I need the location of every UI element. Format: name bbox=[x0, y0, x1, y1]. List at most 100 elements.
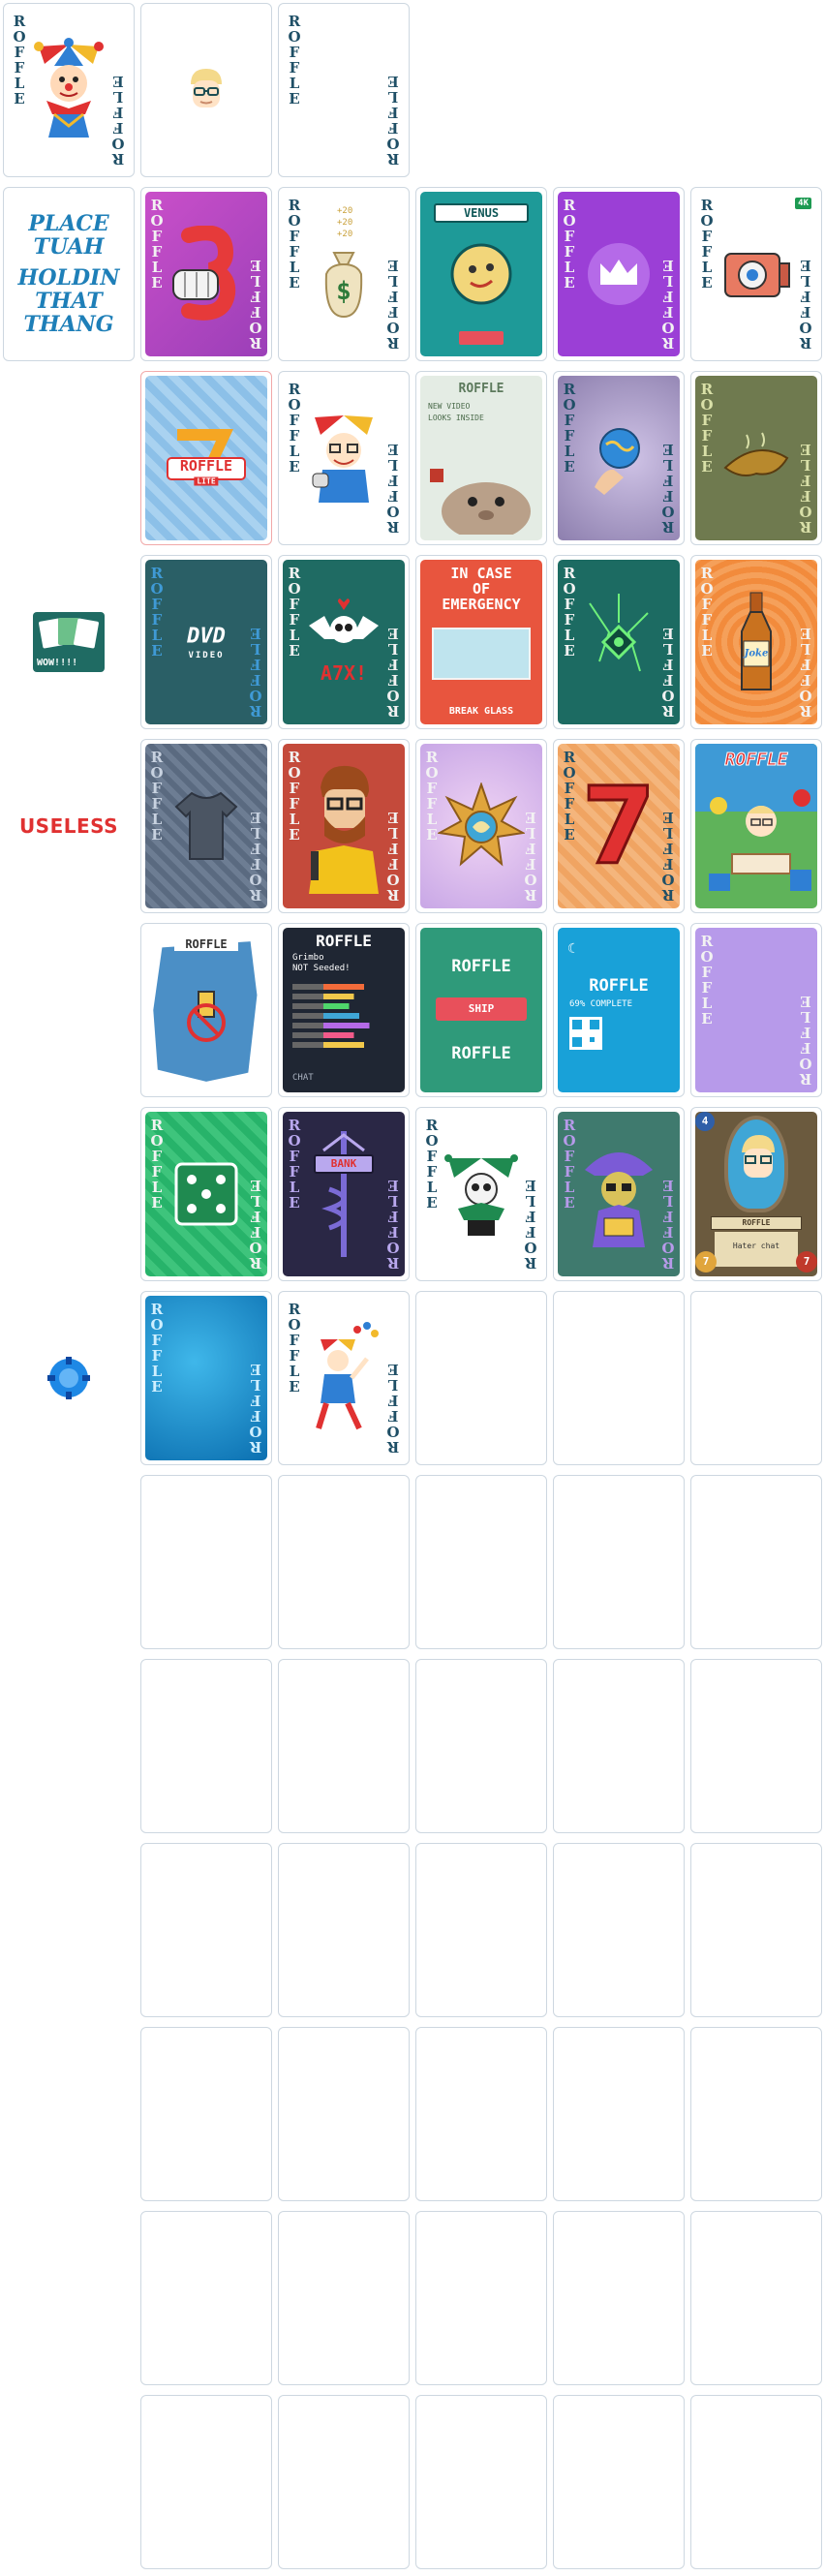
rotten-banana-icon bbox=[723, 432, 789, 476]
blue-chip-token[interactable] bbox=[3, 1291, 135, 1465]
roffle-corner-bottom: R O F F L E bbox=[799, 625, 812, 720]
card-face: R O F F L E R O F F L E bbox=[145, 744, 267, 908]
roffle-corner-top: R O F F L E bbox=[150, 749, 164, 843]
card-green-crack[interactable]: R O F F L E R O F F L E bbox=[553, 555, 685, 729]
row-3: ROFFLE LITE R O F F L E R O F F L E ROFF… bbox=[0, 368, 825, 548]
empty-slot[interactable] bbox=[140, 1659, 272, 1833]
plus-label: +20 bbox=[337, 218, 353, 228]
empty-slot[interactable] bbox=[278, 1475, 410, 1649]
empty-slot[interactable] bbox=[553, 2027, 685, 2201]
place-tuah-card[interactable]: PLACE TUAH HOLDIN THAT THANG bbox=[3, 187, 135, 361]
roffle-lite-title: ROFFLE bbox=[179, 457, 233, 475]
card-face: R O F F L E DVD VIDEO R O F F L E bbox=[145, 560, 267, 724]
empty-slot[interactable] bbox=[140, 2395, 272, 2569]
card-emergency[interactable]: IN CASE OF EMERGENCY BREAK GLASS bbox=[415, 555, 547, 729]
card-orange-sun[interactable]: R O F F L E R O F F L E bbox=[415, 739, 547, 913]
empty-slot[interactable] bbox=[415, 1475, 547, 1649]
avatar-head[interactable] bbox=[140, 3, 272, 177]
empty-slot[interactable] bbox=[415, 2027, 547, 2201]
empty-slot[interactable] bbox=[690, 2211, 822, 2385]
card-mage[interactable]: R O F F L E R O F F L E bbox=[553, 1107, 685, 1281]
card-roffle-lite[interactable]: ROFFLE LITE bbox=[140, 371, 272, 545]
card-chat-list[interactable]: ROFFLE Grimbo NOT Seeded! CHAT bbox=[278, 923, 410, 1097]
empty-slot[interactable] bbox=[690, 1475, 822, 1649]
plus-label: +20 bbox=[337, 230, 353, 239]
card-green-jester[interactable]: R O F F L E R O F F L E bbox=[415, 1107, 547, 1281]
card-bearded-man[interactable]: R O F F L E R O F F L E bbox=[278, 739, 410, 913]
empty-slot[interactable] bbox=[553, 1659, 685, 1833]
card-globe-swirl[interactable]: R O F F L E R O F F L E bbox=[553, 371, 685, 545]
card-fist-three[interactable]: R O F F L E R O F F L E bbox=[140, 187, 272, 361]
card-juggler-jester[interactable]: R O F F L E R O F F L E bbox=[278, 1291, 410, 1465]
card-face: R O F F L E R O F F L E bbox=[558, 1112, 680, 1276]
empty-slot[interactable] bbox=[690, 2395, 822, 2569]
card-4k-camera[interactable]: R O F F L E 4K R O F F L E bbox=[690, 187, 822, 361]
empty-slot[interactable] bbox=[415, 1843, 547, 2017]
card-seven[interactable]: R O F F L E 7 R O F F L E bbox=[553, 739, 685, 913]
empty-row bbox=[0, 2392, 825, 2572]
party-scene-icon bbox=[709, 789, 811, 891]
mage-icon bbox=[585, 1152, 653, 1247]
juggling-jester-icon bbox=[316, 1322, 379, 1430]
empty-slot[interactable] bbox=[690, 1843, 822, 2017]
empty-slot[interactable] bbox=[553, 2211, 685, 2385]
card-dvd[interactable]: R O F F L E DVD VIDEO R O F F L E bbox=[140, 555, 272, 729]
card-dice[interactable]: R O F F L E R O F F L E bbox=[140, 1107, 272, 1281]
card-torn-roffle[interactable]: ROFFLE bbox=[140, 923, 272, 1097]
jester-card[interactable]: R O F F L E R O F F L E bbox=[3, 3, 135, 177]
empty-slot[interactable] bbox=[278, 2395, 410, 2569]
hand-line: HOLDIN bbox=[17, 265, 120, 291]
card-face: R O F F L E R O F F L E bbox=[558, 192, 680, 356]
roffle-corner-top: R O F F L E bbox=[563, 197, 576, 291]
card-money-bag[interactable]: R O F F L E +20 +20 +20 $ R O F F L E bbox=[278, 187, 410, 361]
empty-slot[interactable] bbox=[278, 1843, 410, 2017]
empty-slot[interactable] bbox=[278, 2211, 410, 2385]
card-jester-face[interactable]: R O F F L E R O F F L E bbox=[278, 371, 410, 545]
hand-line: TUAH bbox=[33, 234, 105, 260]
card-skull-a7x[interactable]: R O F F L E A7X! R O F F L E bbox=[278, 555, 410, 729]
card-bank-sign[interactable]: R O F F L E BANK R O F F L E bbox=[278, 1107, 410, 1281]
card-purple-plain[interactable]: R O F F L E R O F F L E bbox=[690, 923, 822, 1097]
roffle-corner-bottom: R O F F L E bbox=[386, 441, 400, 536]
wow-thumbnail[interactable]: WOW!!!! bbox=[3, 555, 135, 729]
empty-slot[interactable] bbox=[140, 2027, 272, 2201]
card-new-video[interactable]: ROFFLE NEW VIDEO LOOKS INSIDE bbox=[415, 371, 547, 545]
roffle-corner-bottom: R O F F L E bbox=[386, 257, 400, 352]
empty-slot[interactable] bbox=[140, 1843, 272, 2017]
card-joke-bottle[interactable]: R O F F L E Joke R O F F L E bbox=[690, 555, 822, 729]
card-ship[interactable]: ROFFLE SHIP ROFFLE bbox=[415, 923, 547, 1097]
row-2: PLACE TUAH HOLDIN THAT THANG R O F F L E… bbox=[0, 184, 825, 364]
empty-slot[interactable] bbox=[415, 1291, 547, 1465]
empty-slot[interactable] bbox=[690, 2027, 822, 2201]
empty-slot[interactable] bbox=[553, 2395, 685, 2569]
empty-slot[interactable] bbox=[415, 1659, 547, 1833]
roffle-corner-top: R O F F L E bbox=[563, 749, 576, 843]
empty-slot[interactable] bbox=[553, 1475, 685, 1649]
card-shirt[interactable]: R O F F L E R O F F L E bbox=[140, 739, 272, 913]
card-face: R O F F L E R O F F L E bbox=[558, 376, 680, 540]
empty-slot[interactable] bbox=[690, 1291, 822, 1465]
card-blue-ocean[interactable]: R O F F L E R O F F L E bbox=[140, 1291, 272, 1465]
card-face: ROFFLE SHIP ROFFLE bbox=[420, 928, 542, 1092]
card-party[interactable]: ROFFLE bbox=[690, 739, 822, 913]
card-hater-chat[interactable]: ROFFLE Hater chat 4 7 7 bbox=[690, 1107, 822, 1281]
card-crown[interactable]: R O F F L E R O F F L E bbox=[553, 187, 685, 361]
empty-slot[interactable] bbox=[140, 2211, 272, 2385]
card-banana[interactable]: R O F F L E R O F F L E bbox=[690, 371, 822, 545]
card-venus[interactable]: VENUS bbox=[415, 187, 547, 361]
roffle-corner-bottom: R O F F L E bbox=[249, 625, 262, 720]
empty-slot[interactable] bbox=[415, 2211, 547, 2385]
empty-slot[interactable] bbox=[415, 2395, 547, 2569]
fist-three-icon bbox=[172, 226, 236, 321]
empty-slot[interactable] bbox=[140, 1475, 272, 1649]
empty-slot[interactable] bbox=[690, 1659, 822, 1833]
attack-gem: 7 bbox=[695, 1251, 717, 1273]
jester-icon bbox=[34, 38, 104, 138]
card-face: R O F F L E R O F F L E bbox=[145, 192, 267, 356]
empty-slot[interactable] bbox=[278, 2027, 410, 2201]
blank-roffle-card[interactable]: R O F F L E R O F F L E bbox=[278, 3, 410, 177]
card-qr-complete[interactable]: ☾ ROFFLE 69% COMPLETE bbox=[553, 923, 685, 1097]
empty-slot[interactable] bbox=[553, 1843, 685, 2017]
empty-slot[interactable] bbox=[278, 1659, 410, 1833]
empty-slot[interactable] bbox=[553, 1291, 685, 1465]
